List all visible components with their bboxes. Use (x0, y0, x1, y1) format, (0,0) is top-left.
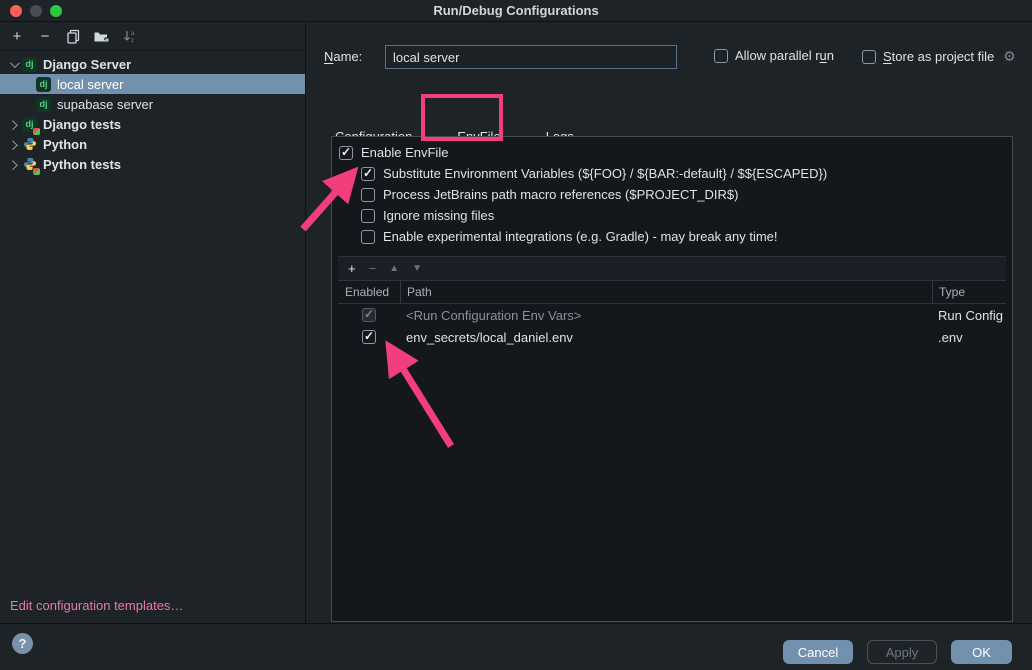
apply-button[interactable]: Apply (867, 640, 937, 664)
add-env-file-icon[interactable]: + (348, 261, 356, 276)
tree-item-label: supabase server (57, 97, 153, 112)
svg-text:z: z (131, 38, 134, 44)
chevron-right-icon[interactable] (4, 141, 22, 148)
move-up-icon[interactable]: ▲ (389, 263, 399, 274)
row-enabled-checkbox (362, 308, 376, 322)
name-input[interactable] (385, 45, 677, 69)
django-icon: dj (36, 97, 51, 112)
row-type: .env (932, 326, 1006, 348)
python-icon (22, 137, 37, 152)
ok-button[interactable]: OK (951, 640, 1012, 664)
process-path-macro-checkbox[interactable] (361, 188, 375, 202)
chevron-down-icon[interactable] (4, 61, 22, 68)
table-row-run-config-env-vars[interactable]: <Run Configuration Env Vars> Run Config (338, 304, 1006, 326)
configurations-sidebar: + − az dj Django Server dj local server (0, 23, 306, 623)
store-as-project-file-checkbox[interactable] (862, 50, 876, 64)
chevron-right-icon[interactable] (4, 121, 22, 128)
configurations-tree: dj Django Server dj local server dj supa… (0, 51, 305, 174)
allow-parallel-run-option: Allow parallel run (714, 48, 834, 63)
ignore-missing-files-option: Ignore missing files (361, 205, 1012, 226)
svg-text:a: a (131, 31, 135, 37)
table-row-env-secrets[interactable]: env_secrets/local_daniel.env .env (338, 326, 1006, 348)
row-enabled-checkbox[interactable] (362, 330, 376, 344)
copy-configuration-icon[interactable] (64, 28, 82, 46)
tree-item-django-tests[interactable]: dj Django tests (0, 114, 305, 134)
tree-item-python-tests[interactable]: Python tests (0, 154, 305, 174)
tree-item-django-server[interactable]: dj Django Server (0, 54, 305, 74)
envfile-panel: Enable EnvFile Substitute Environment Va… (331, 136, 1013, 622)
tree-item-python[interactable]: Python (0, 134, 305, 154)
enable-envfile-option: Enable EnvFile (339, 142, 1012, 163)
ignore-missing-files-checkbox[interactable] (361, 209, 375, 223)
allow-parallel-run-checkbox[interactable] (714, 49, 728, 63)
column-header-type[interactable]: Type (932, 281, 1006, 303)
dialog-title: Run/Debug Configurations (0, 3, 1032, 18)
row-path: env_secrets/local_daniel.env (400, 326, 932, 348)
experimental-integrations-checkbox[interactable] (361, 230, 375, 244)
store-as-project-file-option: Store as project file ⚙ (862, 48, 1016, 65)
tree-item-label: Python tests (43, 157, 121, 172)
add-configuration-icon[interactable]: + (8, 28, 26, 46)
titlebar: Run/Debug Configurations (0, 0, 1032, 22)
store-as-project-file-label: Store as project file (883, 49, 994, 64)
row-path: <Run Configuration Env Vars> (400, 304, 932, 326)
tree-item-label: local server (57, 77, 123, 92)
substitute-env-vars-option: Substitute Environment Variables (${FOO}… (361, 163, 1012, 184)
python-tests-icon (22, 157, 37, 172)
tree-item-label: Django Server (43, 57, 131, 72)
column-header-enabled: Enabled (338, 285, 400, 299)
dialog-footer: ? Cancel Apply OK (0, 623, 1032, 670)
row-type: Run Config (932, 304, 1006, 326)
remove-env-file-icon[interactable]: − (369, 261, 377, 276)
new-folder-icon[interactable] (92, 28, 110, 46)
gear-icon[interactable]: ⚙ (1003, 48, 1016, 65)
table-header: Enabled Path Type (338, 281, 1006, 304)
chevron-right-icon[interactable] (4, 161, 22, 168)
env-files-table-toolbar: + − ▲ ▼ (338, 257, 1006, 281)
move-down-icon[interactable]: ▼ (412, 263, 422, 274)
process-path-macro-option: Process JetBrains path macro references … (361, 184, 1012, 205)
tree-item-supabase-server[interactable]: dj supabase server (0, 94, 305, 114)
allow-parallel-run-label: Allow parallel run (735, 48, 834, 63)
main-panel: Name: Allow parallel run Store as projec… (307, 23, 1032, 623)
django-tests-icon: dj (22, 117, 37, 132)
django-icon: dj (22, 57, 37, 72)
env-files-table: + − ▲ ▼ Enabled Path Type <Run Configura… (338, 256, 1006, 615)
sort-configurations-icon[interactable]: az (120, 28, 138, 46)
tree-item-label: Python (43, 137, 87, 152)
remove-configuration-icon[interactable]: − (36, 28, 54, 46)
tree-item-label: Django tests (43, 117, 121, 132)
experimental-integrations-option: Enable experimental integrations (e.g. G… (361, 226, 1012, 247)
sidebar-toolbar: + − az (0, 23, 305, 51)
edit-configuration-templates-link[interactable]: Edit configuration templates… (10, 598, 183, 613)
column-header-path[interactable]: Path (400, 281, 932, 303)
name-label: Name: (324, 49, 362, 64)
run-debug-configurations-dialog: Run/Debug Configurations + − az dj Djang… (0, 0, 1032, 670)
cancel-button[interactable]: Cancel (783, 640, 853, 664)
django-icon: dj (36, 77, 51, 92)
enable-envfile-checkbox[interactable] (339, 146, 353, 160)
tree-item-local-server[interactable]: dj local server (0, 74, 305, 94)
substitute-env-vars-checkbox[interactable] (361, 167, 375, 181)
help-button[interactable]: ? (12, 633, 33, 654)
